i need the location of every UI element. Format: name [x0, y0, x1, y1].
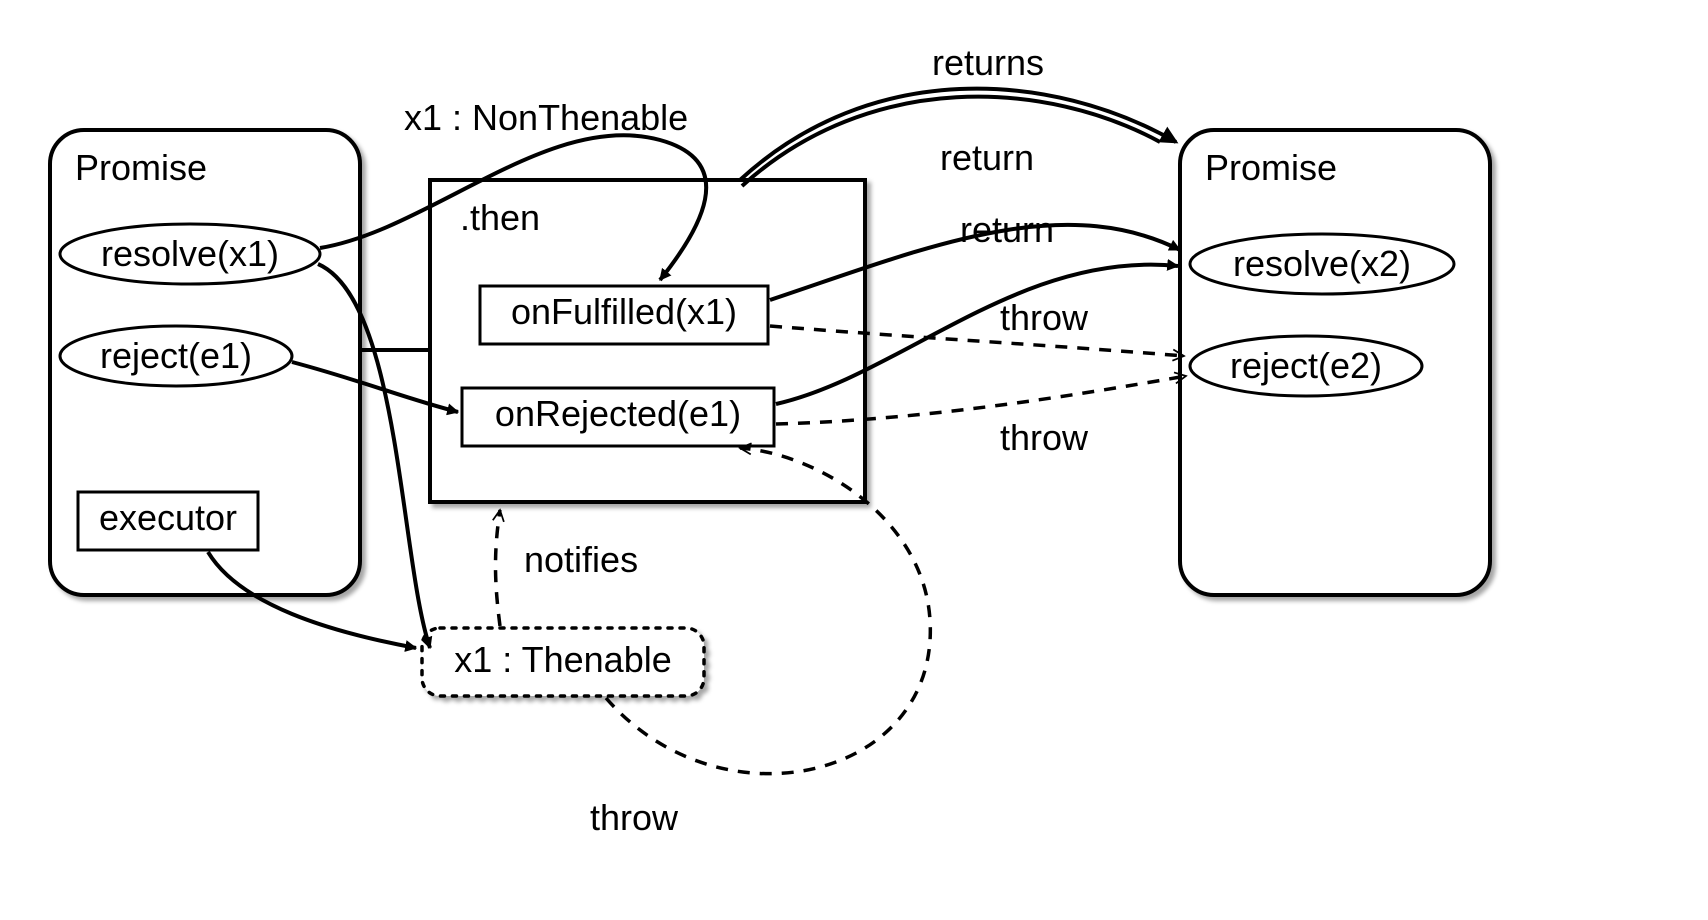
promise-left-title: Promise [75, 147, 207, 188]
promise-right-title: Promise [1205, 147, 1337, 188]
promise-right-reject: reject(e2) [1190, 336, 1422, 396]
label-throw2: throw [1000, 417, 1089, 458]
onrejected-box: onRejected(e1) [462, 388, 774, 446]
svg-text:resolve(x2): resolve(x2) [1233, 243, 1411, 284]
executor-box: executor [78, 492, 258, 550]
label-nonthenable: x1 : NonThenable [404, 97, 688, 138]
thenable-box: x1 : Thenable [422, 628, 704, 696]
label-returns: returns [932, 42, 1044, 83]
svg-text:reject(e2): reject(e2) [1230, 345, 1382, 386]
onfulfilled-box: onFulfilled(x1) [480, 286, 768, 344]
svg-text:onFulfilled(x1): onFulfilled(x1) [511, 291, 737, 332]
then-label: .then [460, 197, 540, 238]
svg-text:resolve(x1): resolve(x1) [101, 233, 279, 274]
svg-text:executor: executor [99, 497, 237, 538]
edge-thenable-notifies [496, 510, 501, 626]
label-return2: return [960, 209, 1054, 250]
svg-text:x1 : Thenable: x1 : Thenable [454, 639, 672, 680]
promise-left-reject: reject(e1) [60, 326, 292, 386]
promise-left-resolve: resolve(x1) [60, 224, 320, 284]
label-throw1: throw [1000, 297, 1089, 338]
label-throw-loop: throw [590, 797, 679, 838]
svg-text:onRejected(e1): onRejected(e1) [495, 393, 741, 434]
label-notifies: notifies [524, 539, 638, 580]
promise-right-resolve: resolve(x2) [1190, 234, 1454, 294]
svg-text:reject(e1): reject(e1) [100, 335, 252, 376]
label-return1: return [940, 137, 1034, 178]
